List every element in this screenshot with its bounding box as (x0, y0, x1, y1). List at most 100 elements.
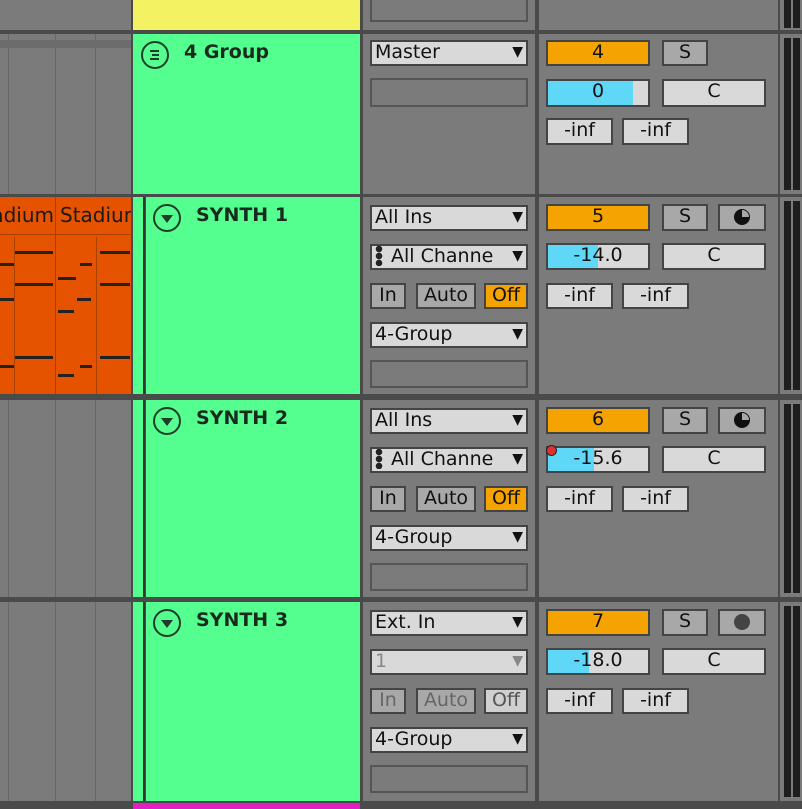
volume-value: -14.0 (573, 244, 623, 266)
clip-boundary (55, 197, 56, 394)
volume-slider[interactable]: -15.6 (546, 446, 650, 473)
arrangement-lane[interactable]: StadiumStadium (0, 197, 131, 394)
monitor-off-button[interactable]: Off (484, 486, 528, 512)
lane-strip (0, 40, 131, 48)
track-name: SYNTH 3 (196, 609, 289, 631)
solo-button[interactable]: S (662, 407, 708, 434)
input-type-dropdown[interactable]: All Ins ▼ (370, 408, 528, 434)
peak-right[interactable]: -inf (622, 283, 689, 309)
fold-triangle-icon[interactable] (153, 407, 181, 435)
midi-note (58, 310, 74, 313)
track-name: SYNTH 2 (196, 407, 289, 429)
grid-line (8, 602, 9, 801)
peak-right[interactable]: -inf (622, 118, 689, 145)
solo-button[interactable]: S (662, 204, 708, 231)
fold-triangle-icon[interactable] (153, 204, 181, 232)
mixer-section-prev (539, 0, 778, 30)
dropdown-arrow-icon: ▼ (512, 412, 523, 428)
clip-name: Stadium (60, 203, 131, 227)
group-nesting-line (143, 197, 145, 394)
grid-line (96, 237, 97, 394)
midi-note (80, 365, 92, 368)
group-fold-icon[interactable] (141, 41, 169, 69)
output-dropdown[interactable]: 4-Group ▼ (370, 322, 528, 348)
input-channel-dropdown[interactable]: All Channe ▼ (370, 244, 528, 270)
midi-channel-icon (375, 246, 383, 266)
midi-channel-icon (375, 449, 383, 469)
meter-bar (784, 0, 791, 28)
meter-bar-right (793, 606, 800, 797)
dropdown-value: All Ins (375, 206, 433, 228)
empty-slot (370, 360, 528, 388)
input-type-dropdown[interactable]: Ext. In ▼ (370, 610, 528, 636)
dropdown-value: 4-Group (375, 728, 453, 750)
output-dropdown[interactable]: 4-Group ▼ (370, 727, 528, 753)
volume-slider[interactable]: -14.0 (546, 243, 650, 270)
output-dropdown[interactable]: 4-Group ▼ (370, 525, 528, 551)
peak-left[interactable]: -inf (546, 118, 613, 145)
arrangement-lane[interactable] (0, 34, 131, 194)
volume-slider[interactable]: 0 (546, 79, 650, 107)
peak-left[interactable]: -inf (546, 283, 613, 309)
monitor-auto-button[interactable]: Auto (416, 486, 476, 512)
solo-button[interactable]: S (662, 40, 708, 66)
clip-name: Stadium (0, 203, 54, 227)
peak-left[interactable]: -inf (546, 688, 613, 714)
meter-bar-right (793, 38, 800, 190)
midi-note (100, 251, 130, 254)
track-number-button[interactable]: 4 (546, 40, 650, 66)
dropdown-value: All Channe (391, 448, 494, 470)
arrangement-lane-prev[interactable] (0, 0, 131, 30)
arm-button[interactable] (718, 407, 766, 434)
track-header-prev[interactable] (133, 0, 360, 30)
monitor-auto-button[interactable]: Auto (416, 283, 476, 309)
grid-line (55, 400, 56, 597)
monitor-off-button[interactable]: Off (484, 283, 528, 309)
peak-left[interactable]: -inf (546, 486, 613, 512)
volume-value: -18.0 (573, 649, 623, 671)
fold-triangle-icon[interactable] (153, 609, 181, 637)
peak-right[interactable]: -inf (622, 486, 689, 512)
grid-line (8, 400, 9, 597)
pan-control[interactable]: C (662, 446, 766, 473)
solo-button[interactable]: S (662, 609, 708, 636)
track-header-next[interactable] (133, 803, 360, 809)
pan-control[interactable]: C (662, 243, 766, 270)
input-channel-dropdown[interactable]: All Channe ▼ (370, 447, 528, 473)
dropdown-arrow-icon: ▼ (512, 529, 523, 545)
track-number-button[interactable]: 6 (546, 407, 650, 434)
track-name: 4 Group (184, 41, 269, 63)
midi-note (100, 283, 130, 286)
dropdown-arrow-icon: ▼ (512, 209, 523, 225)
arrangement-lane[interactable] (0, 400, 131, 597)
arrangement-lane[interactable] (0, 602, 131, 801)
peak-right[interactable]: -inf (622, 688, 689, 714)
pan-control[interactable]: C (662, 79, 766, 107)
dropdown-arrow-icon: ▼ (512, 449, 523, 470)
input-channel-dropdown[interactable]: 1 ▼ (370, 649, 528, 675)
monitor-in-button[interactable]: In (370, 486, 406, 512)
monitor-auto-button[interactable]: Auto (416, 688, 476, 714)
monitor-off-button[interactable]: Off (484, 688, 528, 714)
midi-note (0, 263, 14, 266)
midi-note (15, 251, 53, 254)
empty-slot (370, 0, 528, 22)
dropdown-arrow-icon: ▼ (512, 326, 523, 342)
record-arm-button[interactable] (718, 609, 766, 636)
track-number-button[interactable]: 7 (546, 609, 650, 636)
volume-slider[interactable]: -18.0 (546, 648, 650, 675)
midi-note (0, 298, 14, 301)
arm-button[interactable] (718, 204, 766, 231)
monitor-in-button[interactable]: In (370, 688, 406, 714)
group-nesting-line (143, 400, 145, 597)
monitor-in-button[interactable]: In (370, 283, 406, 309)
grid-line (95, 400, 96, 597)
grid-line (55, 602, 56, 801)
pan-control[interactable]: C (662, 648, 766, 675)
track-number-button[interactable]: 5 (546, 204, 650, 231)
clock-icon (734, 412, 750, 428)
input-type-dropdown[interactable]: All Ins ▼ (370, 205, 528, 231)
dropdown-value: All Ins (375, 409, 433, 431)
output-dropdown[interactable]: Master ▼ (370, 40, 528, 66)
empty-slot (370, 78, 528, 107)
